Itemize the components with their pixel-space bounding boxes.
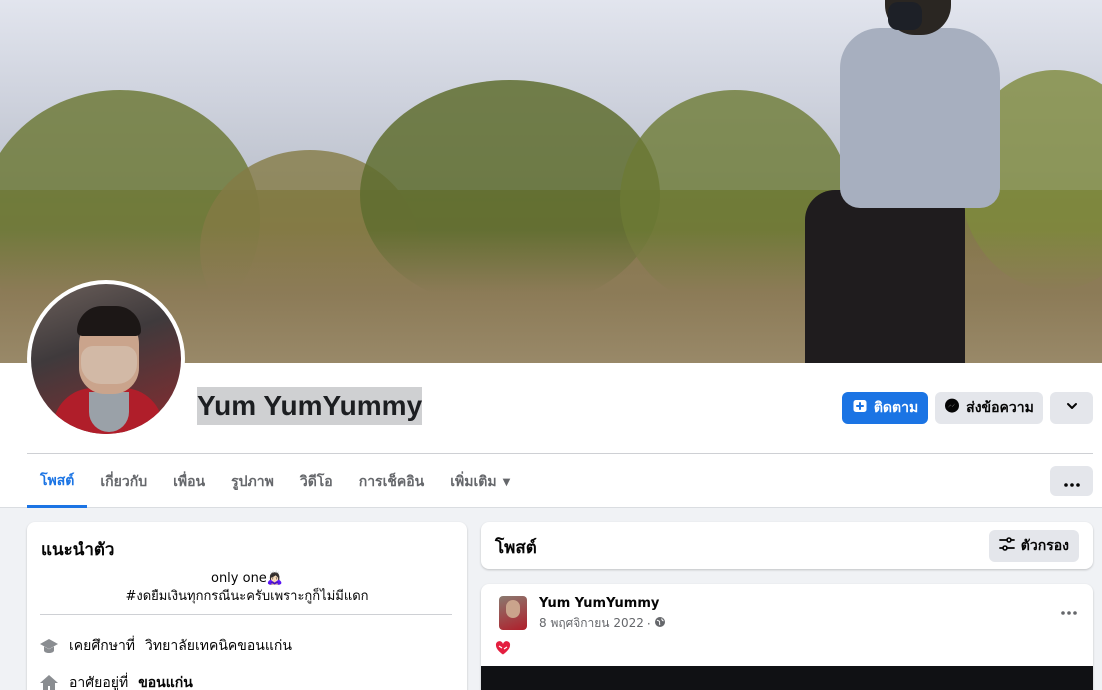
home-icon [39,673,59,690]
tab-label: เพิ่มเติม [450,474,497,490]
profile-more-button[interactable] [1050,392,1093,424]
tabs-more-button[interactable] [1050,466,1093,496]
tab-videos[interactable]: วิดีโอ [287,456,346,508]
intro-title: แนะนำตัว [41,540,115,560]
follow-label: ติดตาม [873,400,919,416]
tab-about[interactable]: เกี่ยวกับ [87,456,160,508]
more-dots-icon [1061,611,1077,615]
tab-label: การเช็คอิน [358,474,425,490]
tab-checkins[interactable]: การเช็คอิน [346,456,438,508]
profile-tabs: โพสต์ เกี่ยวกับ เพื่อน รูปภาพ วิดีโอ การ… [27,456,523,508]
tab-label: เกี่ยวกับ [100,474,148,490]
header-divider [27,453,1093,454]
posts-header-card: โพสต์ ตัวกรอง [481,522,1093,569]
meta-separator: · [646,616,651,631]
bio-line: only one🙇🏻‍♀️ [210,571,283,586]
caret-down-icon: ▼ [502,476,511,488]
post-image[interactable] [481,666,1093,690]
post-meta: 8 พฤศจิกายน 2022 · [539,614,666,633]
message-label: ส่งข้อความ [966,400,1034,416]
profile-avatar[interactable] [27,280,185,438]
globe-icon [654,616,666,631]
message-button[interactable]: ส่งข้อความ [935,392,1043,424]
follow-button[interactable]: ติดตาม [842,392,928,424]
posts-title: โพสต์ [495,538,537,558]
messenger-icon [944,398,960,418]
education-prefix: เคยศึกษาที่ [69,638,136,654]
post-author-name[interactable]: Yum YumYummy [539,596,659,611]
intro-education: เคยศึกษาที่ วิทยาลัยเทคนิคขอนแก่น [39,635,292,657]
tab-label: โพสต์ [40,472,75,489]
intro-bio: only one🙇🏻‍♀️ #งดยืมเงินทุกกรณีนะครับเพร… [27,570,467,606]
filter-label: ตัวกรอง [1020,538,1069,554]
chevron-down-icon [1066,400,1078,416]
location-prefix: อาศัยอยู่ที่ [69,675,129,690]
tab-label: เพื่อน [173,474,206,490]
intro-divider [40,614,452,615]
bio-line: #งดยืมเงินทุกกรณีนะครับเพราะกูก็ไม่มีแดก [125,589,369,604]
tab-more[interactable]: เพิ่มเติม ▼ [437,456,523,508]
intro-card: แนะนำตัว only one🙇🏻‍♀️ #งดยืมเงินทุกกรณี… [27,522,467,690]
post-card: Yum YumYummy 8 พฤศจิกายน 2022 · [481,584,1093,690]
more-dots-icon [1063,472,1080,491]
post-options-button[interactable] [1061,600,1077,619]
graduation-cap-icon [39,636,59,656]
post-author-avatar[interactable] [499,596,527,630]
mending-heart-icon [495,641,511,655]
tab-photos[interactable]: รูปภาพ [218,456,287,508]
tab-posts[interactable]: โพสต์ [27,456,88,508]
cover-person [800,0,1010,363]
tab-friends[interactable]: เพื่อน [160,456,218,508]
filter-button[interactable]: ตัวกรอง [988,530,1079,562]
location-place[interactable]: ขอนแก่น [138,672,193,690]
tab-label: รูปภาพ [231,474,274,490]
tab-label: วิดีโอ [299,474,333,490]
profile-name: Yum YumYummy [197,387,423,425]
post-date[interactable]: 8 พฤศจิกายน 2022 [539,614,644,633]
intro-location: อาศัยอยู่ที่ ขอนแก่น [39,672,193,690]
follow-icon [852,398,868,418]
education-place[interactable]: วิทยาลัยเทคนิคขอนแก่น [145,635,292,657]
post-content-emoji [495,640,511,660]
filter-icon [998,536,1015,556]
